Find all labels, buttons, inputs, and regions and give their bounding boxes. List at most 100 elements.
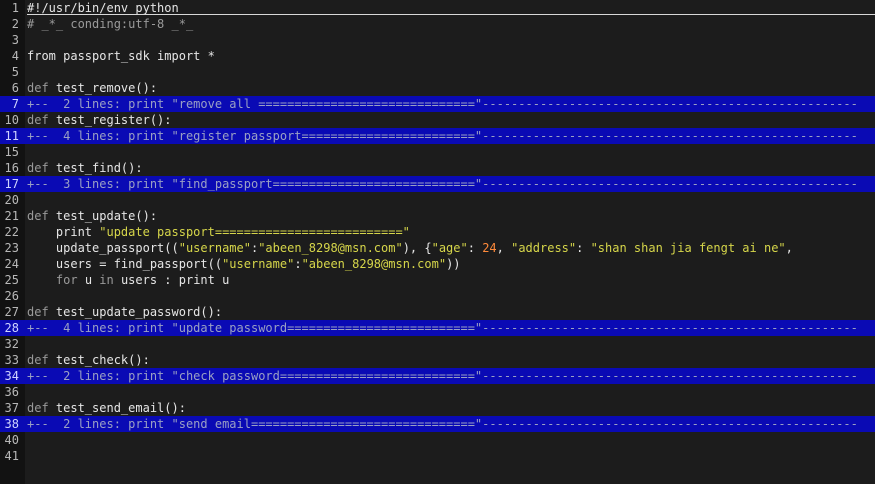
code-line[interactable]: 15	[0, 144, 875, 160]
code-text: test_find():	[48, 161, 143, 175]
code-text: users = find_passport((	[27, 257, 223, 271]
line-number: 15	[4, 145, 19, 159]
folded-line[interactable]: 11 +-- 4 lines: print "register passport=…	[0, 128, 875, 144]
code-line[interactable]: 36	[0, 384, 875, 400]
line-number: 24	[4, 257, 19, 271]
code-text: +-- 4 lines: print "register passport===…	[27, 129, 858, 143]
line-number: 2	[11, 17, 19, 31]
string-token: "shan shan jia fengt ai ne"	[590, 241, 786, 255]
keyword-token: def	[27, 209, 49, 223]
line-number: 21	[4, 209, 19, 223]
string-token: "age"	[431, 241, 468, 255]
line-number: 16	[4, 161, 19, 175]
line-number: 32	[4, 337, 19, 351]
folded-line[interactable]: 38 +-- 2 lines: print "send email========…	[0, 416, 875, 432]
folded-line[interactable]: 7 +-- 2 lines: print "remove all ========…	[0, 96, 875, 112]
line-number: 6	[11, 81, 19, 95]
keyword-token: def	[27, 113, 49, 127]
line-number: 1	[11, 1, 19, 15]
line-number: 22	[4, 225, 19, 239]
code-line[interactable]: 26	[0, 288, 875, 304]
line-number: 28	[4, 321, 19, 335]
keyword-token: def	[27, 305, 49, 319]
code-text: :	[576, 241, 591, 255]
code-text: :	[467, 241, 483, 255]
code-text: +-- 2 lines: print "check password======…	[27, 369, 858, 383]
line-number: 37	[4, 401, 19, 415]
code-line[interactable]: 5	[0, 64, 875, 80]
code-line[interactable]: 22 print "update passport===============…	[0, 224, 875, 240]
string-token: "update passport========================…	[99, 225, 410, 239]
line-number: 26	[4, 289, 19, 303]
code-line[interactable]: 40	[0, 432, 875, 448]
code-lines: 1 #!/usr/bin/env python 2 # _*_ conding:utf…	[0, 0, 875, 464]
keyword-token: def	[27, 81, 49, 95]
code-text: +-- 3 lines: print "find_passport=======…	[27, 177, 858, 191]
code-text: ))	[446, 257, 461, 271]
line-number: 4	[11, 49, 19, 63]
line-number: 11	[4, 129, 19, 143]
code-line[interactable]: 3	[0, 32, 875, 48]
code-line[interactable]: 33 def test_check():	[0, 352, 875, 368]
code-text: users : print u	[113, 273, 230, 287]
comment-token: # _*_ conding:utf-8 _*_	[27, 17, 194, 31]
code-text: test_remove():	[48, 81, 158, 95]
line-number: 25	[4, 273, 19, 287]
keyword-token: def	[27, 353, 49, 367]
code-line[interactable]: 2 # _*_ conding:utf-8 _*_	[0, 16, 875, 32]
line-number: 17	[4, 177, 19, 191]
line-number: 7	[11, 97, 19, 111]
keyword-token: def	[27, 161, 49, 175]
code-line[interactable]: 25 for u in users : print u	[0, 272, 875, 288]
code-text: ), {	[402, 241, 432, 255]
line-number: 33	[4, 353, 19, 367]
code-line[interactable]: 16 def test_find():	[0, 160, 875, 176]
string-token: "abeen_8298@msn.com"	[258, 241, 403, 255]
code-text: +-- 4 lines: print "update password=====…	[27, 321, 858, 335]
line-number: 23	[4, 241, 19, 255]
code-line[interactable]: 10 def test_register():	[0, 112, 875, 128]
code-text: u	[77, 273, 100, 287]
line-number: 10	[4, 113, 19, 127]
code-text: from passport_sdk import *	[27, 49, 215, 63]
folded-line[interactable]: 28 +-- 4 lines: print "update password===…	[0, 320, 875, 336]
code-text: test_update_password():	[48, 305, 223, 319]
line-number: 40	[4, 433, 19, 447]
code-editor[interactable]: 1 #!/usr/bin/env python 2 # _*_ conding:utf…	[0, 0, 875, 484]
code-line[interactable]: 37 def test_send_email():	[0, 400, 875, 416]
line-number: 3	[11, 33, 19, 47]
keyword-token: in	[99, 273, 114, 287]
code-line[interactable]: 21 def test_update():	[0, 208, 875, 224]
string-token: "abeen_8298@msn.com"	[301, 257, 447, 271]
code-line[interactable]: 20	[0, 192, 875, 208]
code-line[interactable]: 4 from passport_sdk import *	[0, 48, 875, 64]
line-number: 20	[4, 193, 19, 207]
code-text: :	[294, 257, 302, 271]
code-text: test_register():	[48, 113, 172, 127]
keyword-token: def	[27, 401, 49, 415]
string-token: "username"	[178, 241, 251, 255]
code-line[interactable]: 24 users = find_passport(("username":"ab…	[0, 256, 875, 272]
keyword-token: for	[55, 273, 78, 287]
folded-line[interactable]: 34 +-- 2 lines: print "check password====…	[0, 368, 875, 384]
code-line[interactable]: 23 update_passport(("username": "abeen_82…	[0, 240, 875, 256]
code-line[interactable]: 6 def test_remove():	[0, 80, 875, 96]
line-number: 38	[4, 417, 19, 431]
code-line[interactable]: 1 #!/usr/bin/env python	[0, 0, 875, 16]
code-text: +-- 2 lines: print "send email==========…	[27, 417, 858, 431]
code-text: +-- 2 lines: print "remove all =========…	[27, 97, 858, 111]
code-text: test_update():	[48, 209, 158, 223]
code-line[interactable]: 27 def test_update_password():	[0, 304, 875, 320]
code-text: #!/usr/bin/env python	[27, 1, 179, 15]
folded-line[interactable]: 17 +-- 3 lines: print "find_passport=====…	[0, 176, 875, 192]
line-number: 34	[4, 369, 19, 383]
code-line[interactable]: 32	[0, 336, 875, 352]
line-number: 27	[4, 305, 19, 319]
number-token: 24	[482, 241, 497, 255]
string-token: "address"	[511, 241, 577, 255]
line-number: 41	[4, 449, 19, 463]
code-text: update_passport((	[27, 241, 179, 255]
code-text: test_check():	[48, 353, 150, 367]
code-line[interactable]: 41	[0, 448, 875, 464]
